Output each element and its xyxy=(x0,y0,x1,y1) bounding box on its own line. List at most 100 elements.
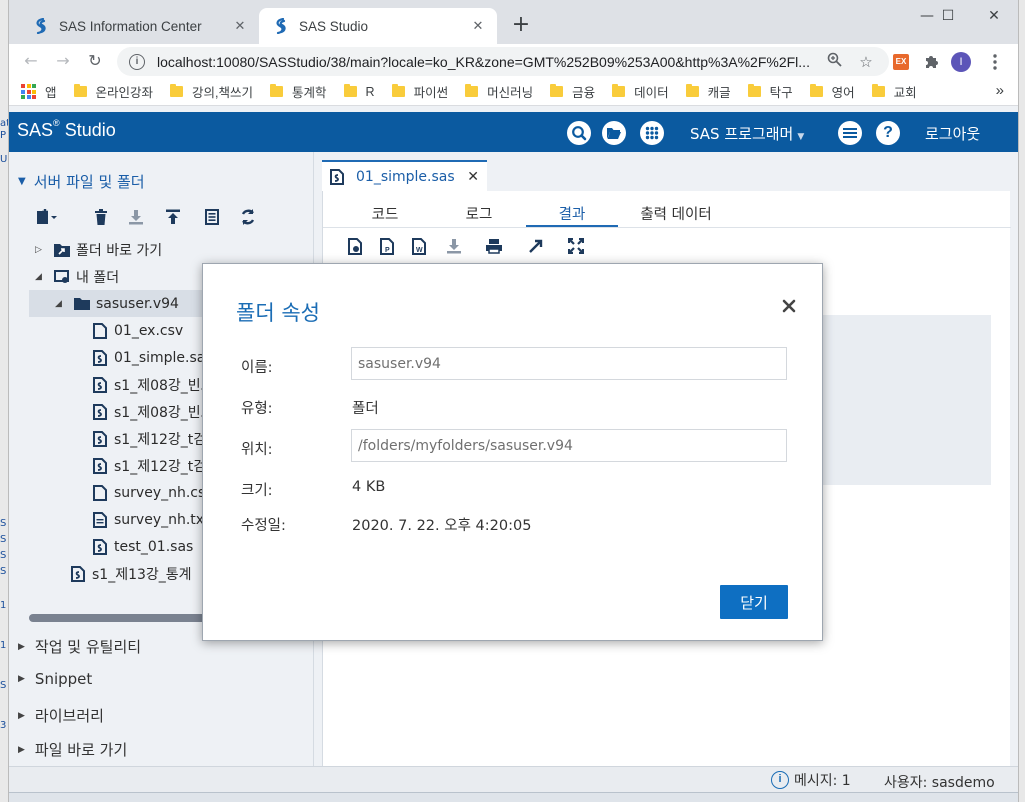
close-icon[interactable] xyxy=(779,296,799,316)
maximize-view-icon[interactable] xyxy=(565,235,587,257)
close-icon[interactable]: ✕ xyxy=(469,18,487,34)
bookmark-folder[interactable]: 강의,책쓰기 xyxy=(170,82,253,101)
popout-icon[interactable] xyxy=(525,235,547,257)
upload-icon[interactable] xyxy=(162,206,184,228)
expand-arrow-icon[interactable]: ▷ xyxy=(35,245,47,255)
sas-program-icon xyxy=(91,457,109,475)
help-icon[interactable]: ? xyxy=(876,121,900,145)
tree-item-label: test_01.sas xyxy=(114,538,194,555)
bookmark-folder[interactable]: 교회 xyxy=(871,82,917,101)
perspective-menu[interactable]: SAS 프로그래머 ▼ xyxy=(690,123,804,144)
tab-code[interactable]: 코드 xyxy=(353,203,417,227)
tree-item-label: s1_제13강_통계 xyxy=(92,566,192,583)
tree-item-label: 내 폴더 xyxy=(76,269,120,286)
bookmark-apps[interactable]: 앱 xyxy=(21,82,57,101)
section-file-shortcuts[interactable]: ▶ 파일 바로 가기 xyxy=(18,739,127,760)
new-item-icon[interactable] xyxy=(35,206,57,228)
browser-tab-sas-studio[interactable]: SAS Studio ✕ xyxy=(259,8,497,44)
bookmark-folder[interactable]: 통계학 xyxy=(270,82,327,101)
close-icon[interactable]: ✕ xyxy=(467,169,479,185)
location-field[interactable] xyxy=(351,429,787,462)
sas-program-icon xyxy=(91,349,109,367)
background-window-edge: at P U S S S S 1 1 S 3 xyxy=(0,0,9,802)
tree-item-folder-shortcuts[interactable]: ▷ 폴더 바로 가기 xyxy=(35,236,313,263)
bookmark-folder[interactable]: 영어 xyxy=(809,82,855,101)
tree-item-file[interactable]: survey_nh.txt xyxy=(91,506,210,533)
tree-item-label: survey_nh.csv xyxy=(114,484,214,501)
section-server-files-folders[interactable]: ▼ 서버 파일 및 폴더 xyxy=(18,171,145,192)
tree-item-file[interactable]: 01_ex.csv xyxy=(91,317,183,344)
maximize-button[interactable]: ☐ xyxy=(925,4,971,28)
back-arrow-icon[interactable]: ← xyxy=(19,49,43,73)
download-pdf-icon[interactable]: P xyxy=(377,235,399,257)
open-folder-icon[interactable] xyxy=(602,121,626,145)
section-snippets[interactable]: ▶ Snippet xyxy=(18,670,92,688)
tree-item-file[interactable]: test_01.sas xyxy=(91,533,193,560)
tab-results[interactable]: 결과 xyxy=(526,203,618,227)
puzzle-extensions-icon[interactable] xyxy=(921,52,941,72)
tree-item-file[interactable]: 01_simple.sas xyxy=(91,344,213,371)
bookmark-folder[interactable]: 탁구 xyxy=(747,82,793,101)
download-icon[interactable] xyxy=(125,206,147,228)
bookmark-folder[interactable]: 온라인강좌 xyxy=(73,82,153,101)
delete-icon[interactable] xyxy=(90,206,112,228)
search-icon[interactable] xyxy=(567,121,591,145)
refresh-icon[interactable] xyxy=(237,206,259,228)
open-in-browser-icon[interactable] xyxy=(345,235,367,257)
close-icon[interactable]: ✕ xyxy=(231,18,249,34)
triangle-down-icon: ▼ xyxy=(18,176,26,187)
close-window-button[interactable]: ✕ xyxy=(971,4,1017,28)
messages-indicator[interactable]: i 메시지: 1 xyxy=(771,770,851,790)
sas-program-icon xyxy=(91,403,109,421)
bookmark-folder[interactable]: 머신러닝 xyxy=(465,82,533,101)
tree-item-file[interactable]: survey_nh.csv xyxy=(91,479,214,506)
section-libraries[interactable]: ▶ 라이브러리 xyxy=(18,705,104,726)
subtab-divider xyxy=(323,227,1011,228)
bookmark-folder[interactable]: 캐글 xyxy=(685,82,731,101)
section-tasks-utilities[interactable]: ▶ 작업 및 유틸리티 xyxy=(18,636,141,657)
sas-program-icon xyxy=(69,565,87,583)
bookmarks-bar: 앱 온라인강좌 강의,책쓰기 통계학 R 파이썬 머신러닝 금융 데이터 캐글 … xyxy=(9,78,1018,106)
name-field[interactable] xyxy=(351,347,787,380)
bookmark-folder[interactable]: R xyxy=(343,84,375,99)
browser-tab-sas-information-center[interactable]: SAS Information Center ✕ xyxy=(19,8,259,44)
tab-output-data[interactable]: 출력 데이터 xyxy=(631,203,721,227)
apps-grid-icon[interactable] xyxy=(640,121,664,145)
download-icon[interactable] xyxy=(443,235,465,257)
hamburger-menu-icon[interactable] xyxy=(838,121,862,145)
kebab-menu-icon[interactable] xyxy=(985,52,1005,72)
program-tab[interactable]: 01_simple.sas ✕ xyxy=(322,160,487,191)
sign-out-link[interactable]: 로그아웃 xyxy=(925,123,980,144)
forward-arrow-icon[interactable]: → xyxy=(51,49,75,73)
url-text[interactable]: localhost:10080/SASStudio/38/main?locale… xyxy=(157,54,813,70)
file-icon xyxy=(91,484,109,502)
my-folder-icon xyxy=(53,268,71,286)
profile-avatar[interactable]: I xyxy=(951,52,971,72)
address-bar[interactable]: i localhost:10080/SASStudio/38/main?loca… xyxy=(117,47,889,76)
tab-log[interactable]: 로그 xyxy=(447,203,511,227)
tree-item-file[interactable]: s1_제13강_통계 xyxy=(69,560,192,587)
properties-icon[interactable] xyxy=(201,206,223,228)
collapse-arrow-icon[interactable]: ◢ xyxy=(35,272,47,282)
folder-icon xyxy=(270,84,284,97)
bookmark-folder[interactable]: 파이썬 xyxy=(391,82,448,101)
bookmark-star-icon[interactable]: ☆ xyxy=(855,53,877,71)
bookmark-folder[interactable]: 데이터 xyxy=(612,82,669,101)
size-label: 크기: xyxy=(241,483,273,499)
site-info-icon[interactable]: i xyxy=(129,53,145,70)
close-button[interactable]: 닫기 xyxy=(720,585,788,619)
bookmark-folder[interactable]: 금융 xyxy=(550,82,595,101)
zoom-icon[interactable] xyxy=(823,52,845,71)
folder-icon xyxy=(170,84,184,97)
reload-icon[interactable]: ↻ xyxy=(83,49,107,73)
print-icon[interactable] xyxy=(483,235,505,257)
new-tab-button[interactable]: + xyxy=(507,12,535,40)
sas-studio-logo: SAS® Studio xyxy=(17,118,116,140)
collapse-arrow-icon[interactable]: ◢ xyxy=(55,299,67,309)
download-rtf-icon[interactable]: W xyxy=(409,235,431,257)
extension-icon[interactable]: EX xyxy=(891,52,911,72)
browser-tab-strip: SAS Information Center ✕ SAS Studio ✕ + … xyxy=(9,0,1018,44)
bookmarks-overflow-button[interactable]: » xyxy=(996,82,1004,99)
sas-program-icon xyxy=(330,168,348,186)
folder-icon xyxy=(343,84,357,97)
